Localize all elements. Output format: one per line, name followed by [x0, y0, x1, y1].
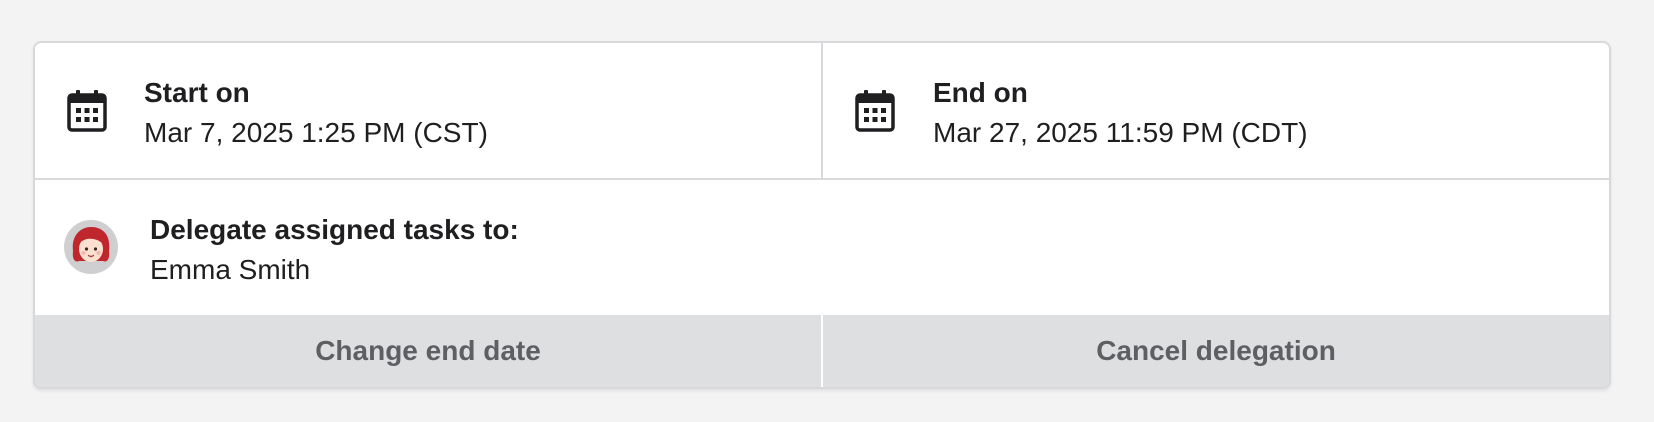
- delegate-row: Delegate assigned tasks to: Emma Smith: [35, 180, 1609, 315]
- end-date-section: End on Mar 27, 2025 11:59 PM (CDT): [823, 43, 1609, 178]
- start-date-section: Start on Mar 7, 2025 1:25 PM (CST): [35, 43, 823, 178]
- delegation-card: Start on Mar 7, 2025 1:25 PM (CST) End o…: [33, 41, 1611, 389]
- start-date-text: Start on Mar 7, 2025 1:25 PM (CST): [144, 77, 488, 150]
- end-date-value: Mar 27, 2025 11:59 PM (CDT): [933, 117, 1308, 148]
- delegate-text: Delegate assigned tasks to: Emma Smith: [150, 214, 519, 287]
- delegation-actions: Change end date Cancel delegation: [35, 315, 1609, 387]
- cancel-delegation-button[interactable]: Cancel delegation: [823, 315, 1609, 387]
- calendar-icon: [67, 90, 107, 132]
- end-date-text: End on Mar 27, 2025 11:59 PM (CDT): [933, 77, 1308, 150]
- delegation-dates-row: Start on Mar 7, 2025 1:25 PM (CST) End o…: [35, 43, 1609, 180]
- avatar-icon: [64, 220, 118, 274]
- change-end-date-button[interactable]: Change end date: [35, 315, 823, 387]
- end-date-label: End on: [933, 77, 1028, 108]
- calendar-icon: [855, 90, 895, 132]
- delegate-label: Delegate assigned tasks to:: [150, 214, 519, 245]
- delegate-name: Emma Smith: [150, 254, 311, 285]
- start-date-label: Start on: [144, 77, 250, 108]
- start-date-value: Mar 7, 2025 1:25 PM (CST): [144, 117, 488, 148]
